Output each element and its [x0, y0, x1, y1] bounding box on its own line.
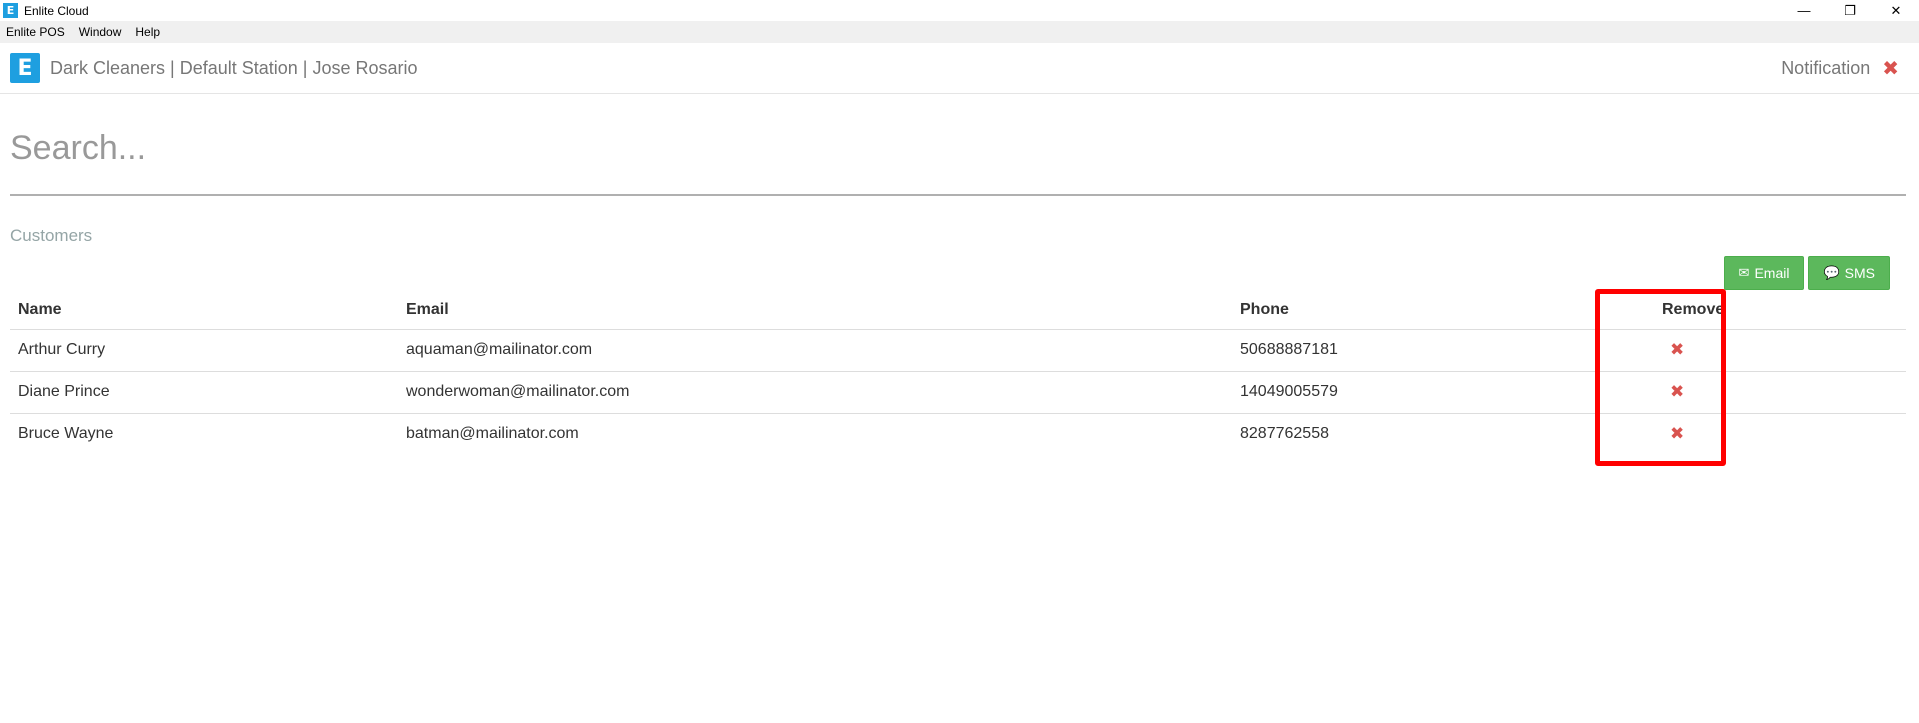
window-title: Enlite Cloud [24, 3, 89, 18]
email-button[interactable]: ✉ Email [1723, 256, 1805, 290]
menu-enlite-pos[interactable]: Enlite POS [6, 25, 65, 39]
envelope-icon: ✉ [1738, 265, 1750, 280]
header-title: Dark Cleaners | Default Station | Jose R… [50, 57, 418, 78]
customers-section-title: Customers [10, 226, 93, 245]
remove-icon[interactable]: ✖ [1670, 340, 1684, 359]
customer-email: wonderwoman@mailinator.com [398, 371, 1232, 414]
column-header-email: Email [398, 291, 1232, 330]
menu-help[interactable]: Help [135, 25, 160, 39]
customer-phone: 14049005579 [1232, 371, 1628, 414]
email-button-label: Email [1754, 265, 1790, 281]
brand-logo-icon[interactable]: E [10, 53, 40, 83]
column-header-name: Name [10, 291, 398, 330]
remove-icon[interactable]: ✖ [1670, 382, 1684, 401]
menu-window[interactable]: Window [79, 25, 122, 39]
remove-icon[interactable]: ✖ [1670, 424, 1684, 443]
minimize-button[interactable]: — [1781, 0, 1827, 21]
app-header: E Dark Cleaners | Default Station | Jose… [0, 43, 1919, 94]
close-window-button[interactable]: ✕ [1873, 0, 1919, 21]
table-row: Diane Prince wonderwoman@mailinator.com … [10, 371, 1906, 414]
column-header-remove: Remove [1628, 291, 1906, 330]
customers-table: Name Email Phone Remove Arthur Curry aqu… [10, 291, 1906, 455]
customer-phone: 50688887181 [1232, 329, 1628, 372]
app-logo-icon: E [3, 3, 18, 18]
restore-button[interactable]: ❐ [1827, 0, 1873, 21]
table-row: Arthur Curry aquaman@mailinator.com 5068… [10, 329, 1906, 372]
customer-phone: 8287762558 [1240, 425, 1329, 443]
search-container [10, 118, 1906, 196]
table-row: Bruce Wayne batman@mailinator.com 828776… [10, 413, 1906, 455]
window-titlebar: E Enlite Cloud — ❐ ✕ [0, 0, 1919, 21]
remove-cell: ✖ [1628, 413, 1906, 455]
sms-button-label: SMS [1844, 265, 1875, 281]
menu-bar: Enlite POS Window Help [0, 21, 1919, 43]
customer-email: aquaman@mailinator.com [398, 329, 1232, 372]
search-input[interactable] [10, 118, 1906, 178]
customer-actions: ✉ Email 💬 SMS [1723, 256, 1890, 290]
customer-name: Bruce Wayne [18, 425, 114, 443]
column-header-phone: Phone [1232, 291, 1628, 330]
comment-icon: 💬 [1823, 265, 1840, 280]
customer-name: Diane Prince [10, 371, 398, 414]
remove-cell: ✖ [1628, 329, 1906, 372]
customer-name: Arthur Curry [10, 329, 398, 372]
notification-close-icon[interactable]: ✖ [1882, 56, 1899, 81]
window-controls: — ❐ ✕ [1781, 0, 1919, 21]
remove-cell: ✖ [1628, 371, 1906, 414]
notification-area: Notification ✖ [1781, 43, 1899, 94]
customer-email: batman@mailinator.com [406, 425, 579, 443]
table-header-row: Name Email Phone Remove [10, 291, 1906, 330]
sms-button[interactable]: 💬 SMS [1808, 256, 1890, 290]
notification-label[interactable]: Notification [1781, 58, 1870, 79]
